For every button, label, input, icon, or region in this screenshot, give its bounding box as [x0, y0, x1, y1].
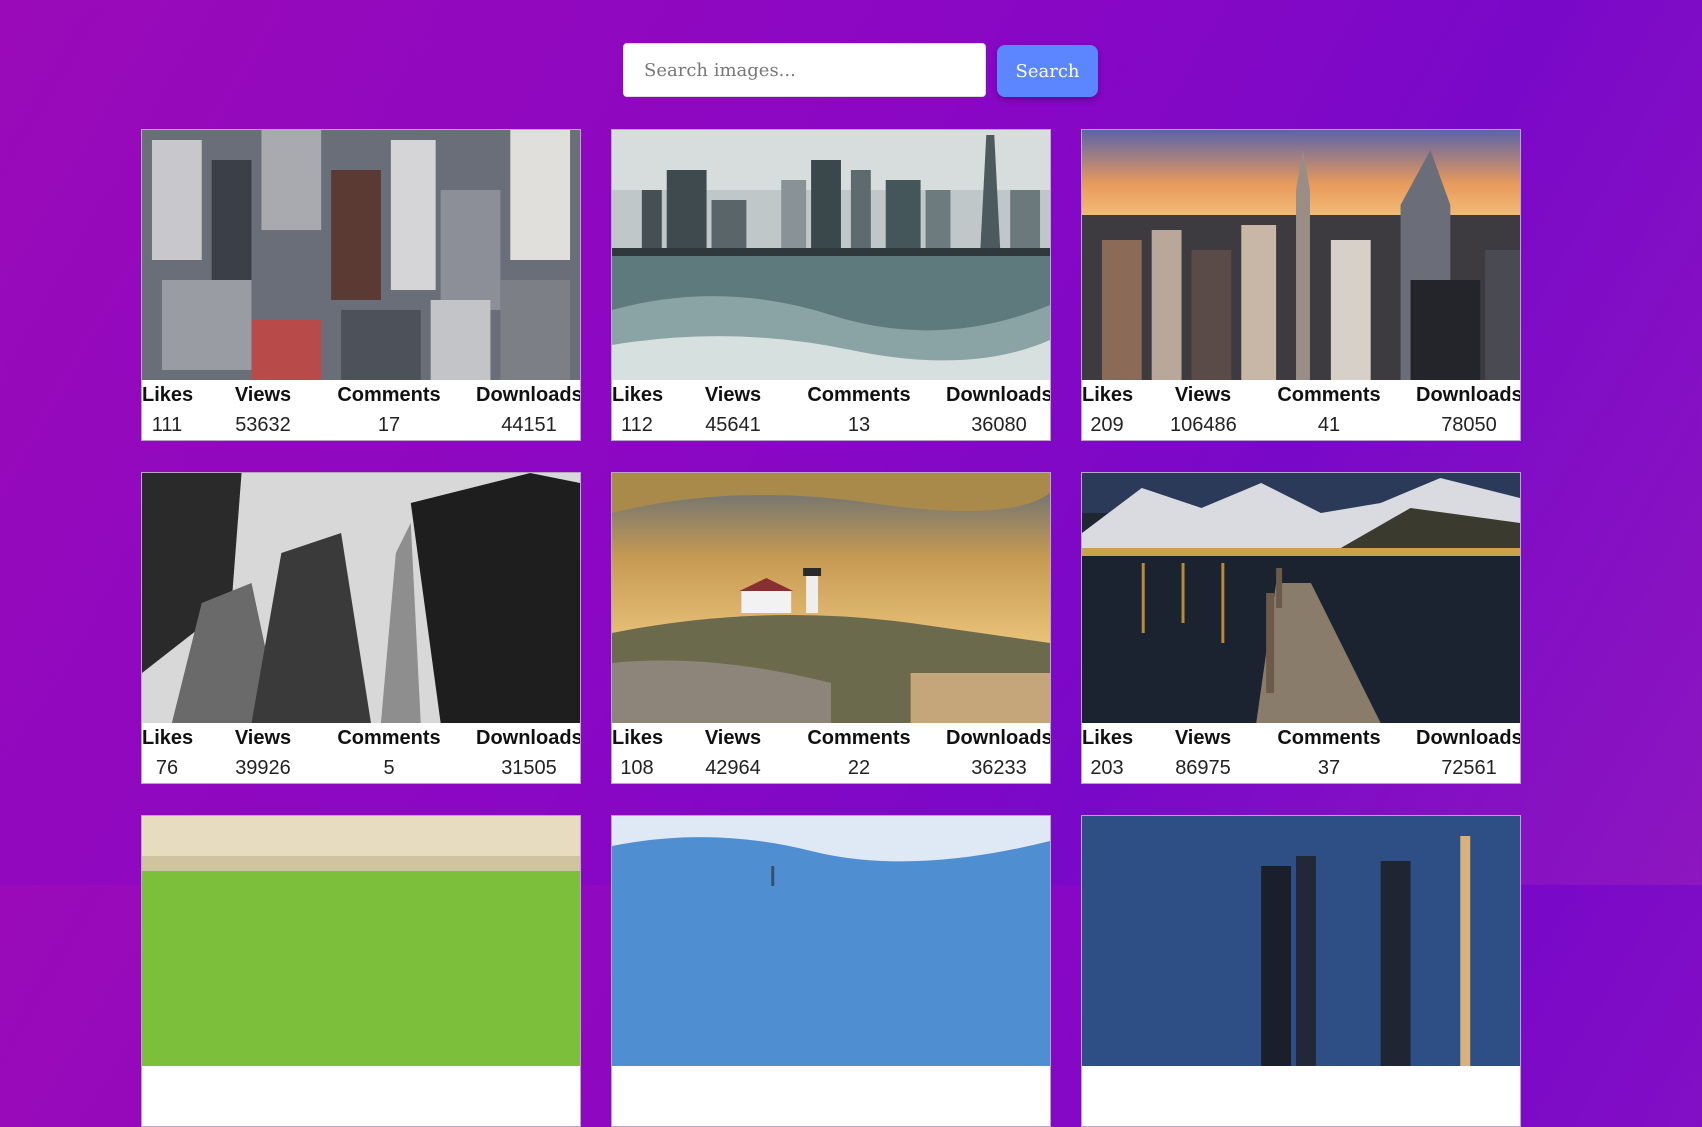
views-stat: Views 45641 [700, 380, 766, 440]
comments-label: Comments [337, 727, 441, 749]
downloads-stat: Downloads 44151 [476, 380, 581, 440]
likes-stat: Likes 209 [1082, 380, 1134, 440]
downloads-value: 72561 [1441, 757, 1497, 779]
card-stats: Likes 76 Views 39926 Comments 5 Downloads 31… [142, 723, 580, 783]
views-value: 86975 [1175, 757, 1231, 779]
comments-label: Comments [807, 384, 911, 406]
comments-label: Comments [807, 727, 911, 749]
comments-stat: Comments 5 [329, 723, 449, 783]
card-stats: Likes 112 Views 45641 Comments 13 Downloads… [612, 380, 1050, 440]
likes-value: 76 [155, 757, 179, 779]
downloads-value: 44151 [501, 414, 557, 436]
downloads-value: 36080 [971, 414, 1027, 436]
card-stats: Likes 108 Views 42964 Comments 22 Downloads… [612, 723, 1050, 783]
views-stat: Views 86975 [1170, 723, 1236, 783]
card-stats: Likes 203 Views 86975 Comments 37 Downloads… [1082, 723, 1520, 783]
night-skyline-photo[interactable] [1082, 816, 1520, 1066]
views-stat: Views 39926 [230, 723, 296, 783]
skyline-water-photo[interactable] [612, 130, 1050, 380]
image-card[interactable] [141, 815, 581, 1127]
textured-green-photo[interactable] [142, 816, 580, 1066]
image-card[interactable]: Likes 111 Views 53632 Comments 17 Downloads… [141, 129, 581, 441]
likes-label: Likes [142, 384, 194, 406]
image-card[interactable] [611, 815, 1051, 1127]
search-input[interactable] [623, 43, 986, 97]
comments-stat: Comments 17 [329, 380, 449, 440]
image-card[interactable]: Likes 203 Views 86975 Comments 37 Downloads… [1081, 472, 1521, 784]
downloads-stat: Downloads 36080 [946, 380, 1051, 440]
card-stats: Likes 209 Views 106486 Comments 41 Download… [1082, 380, 1520, 440]
likes-label: Likes [612, 727, 664, 749]
sky-clouds-photo[interactable] [612, 816, 1050, 1066]
likes-stat: Likes 112 [612, 380, 664, 440]
comments-value: 41 [1317, 414, 1341, 436]
likes-value: 203 [1090, 757, 1124, 779]
image-card[interactable]: Likes 108 Views 42964 Comments 22 Downloads… [611, 472, 1051, 784]
skyscrapers-bw-photo[interactable] [142, 473, 580, 723]
downloads-label: Downloads [1416, 384, 1521, 406]
likes-label: Likes [1082, 384, 1134, 406]
lake-pier-photo[interactable] [1082, 473, 1520, 723]
views-label: Views [1174, 384, 1232, 406]
comments-stat: Comments 13 [799, 380, 919, 440]
aerial-city-photo[interactable] [142, 130, 580, 380]
comments-label: Comments [1277, 384, 1381, 406]
downloads-value: 31505 [501, 757, 557, 779]
downloads-value: 78050 [1441, 414, 1497, 436]
views-label: Views [704, 727, 762, 749]
views-value: 42964 [705, 757, 761, 779]
image-card[interactable]: Likes 209 Views 106486 Comments 41 Download… [1081, 129, 1521, 441]
search-button[interactable]: Search [997, 45, 1098, 97]
comments-value: 5 [383, 757, 395, 779]
comments-stat: Comments 22 [799, 723, 919, 783]
search-bar: Search [623, 43, 1098, 97]
lighthouse-sunset-photo[interactable] [612, 473, 1050, 723]
likes-value: 108 [620, 757, 654, 779]
downloads-stat: Downloads 78050 [1416, 380, 1521, 440]
image-card[interactable] [1081, 815, 1521, 1127]
likes-value: 209 [1090, 414, 1124, 436]
comments-value: 22 [847, 757, 871, 779]
likes-stat: Likes 203 [1082, 723, 1134, 783]
likes-value: 112 [621, 414, 653, 436]
downloads-label: Downloads [476, 727, 581, 749]
views-stat: Views 42964 [700, 723, 766, 783]
card-stats: Likes 111 Views 53632 Comments 17 Downloads… [142, 380, 580, 440]
downloads-value: 36233 [971, 757, 1027, 779]
downloads-stat: Downloads 72561 [1416, 723, 1521, 783]
image-card[interactable]: Likes 76 Views 39926 Comments 5 Downloads 31… [141, 472, 581, 784]
views-value: 39926 [235, 757, 291, 779]
comments-value: 17 [377, 414, 401, 436]
views-value: 53632 [235, 414, 291, 436]
downloads-label: Downloads [946, 727, 1051, 749]
downloads-stat: Downloads 31505 [476, 723, 581, 783]
image-card[interactable]: Likes 112 Views 45641 Comments 13 Downloads… [611, 129, 1051, 441]
likes-stat: Likes 108 [612, 723, 664, 783]
likes-label: Likes [1082, 727, 1134, 749]
views-value: 45641 [705, 414, 761, 436]
sunset-city-photo[interactable] [1082, 130, 1520, 380]
likes-value: 111 [151, 414, 183, 436]
views-value: 106486 [1170, 414, 1237, 436]
downloads-label: Downloads [946, 384, 1051, 406]
comments-stat: Comments 41 [1269, 380, 1389, 440]
likes-stat: Likes 111 [142, 380, 194, 440]
likes-label: Likes [142, 727, 194, 749]
downloads-label: Downloads [1416, 727, 1521, 749]
views-stat: Views 53632 [230, 380, 296, 440]
downloads-stat: Downloads 36233 [946, 723, 1051, 783]
views-label: Views [234, 727, 292, 749]
views-label: Views [1174, 727, 1232, 749]
views-label: Views [704, 384, 762, 406]
comments-label: Comments [337, 384, 441, 406]
comments-value: 37 [1317, 757, 1341, 779]
views-label: Views [234, 384, 292, 406]
comments-stat: Comments 37 [1269, 723, 1389, 783]
comments-label: Comments [1277, 727, 1381, 749]
likes-label: Likes [612, 384, 664, 406]
views-stat: Views 106486 [1170, 380, 1237, 440]
downloads-label: Downloads [476, 384, 581, 406]
comments-value: 13 [847, 414, 871, 436]
likes-stat: Likes 76 [142, 723, 194, 783]
